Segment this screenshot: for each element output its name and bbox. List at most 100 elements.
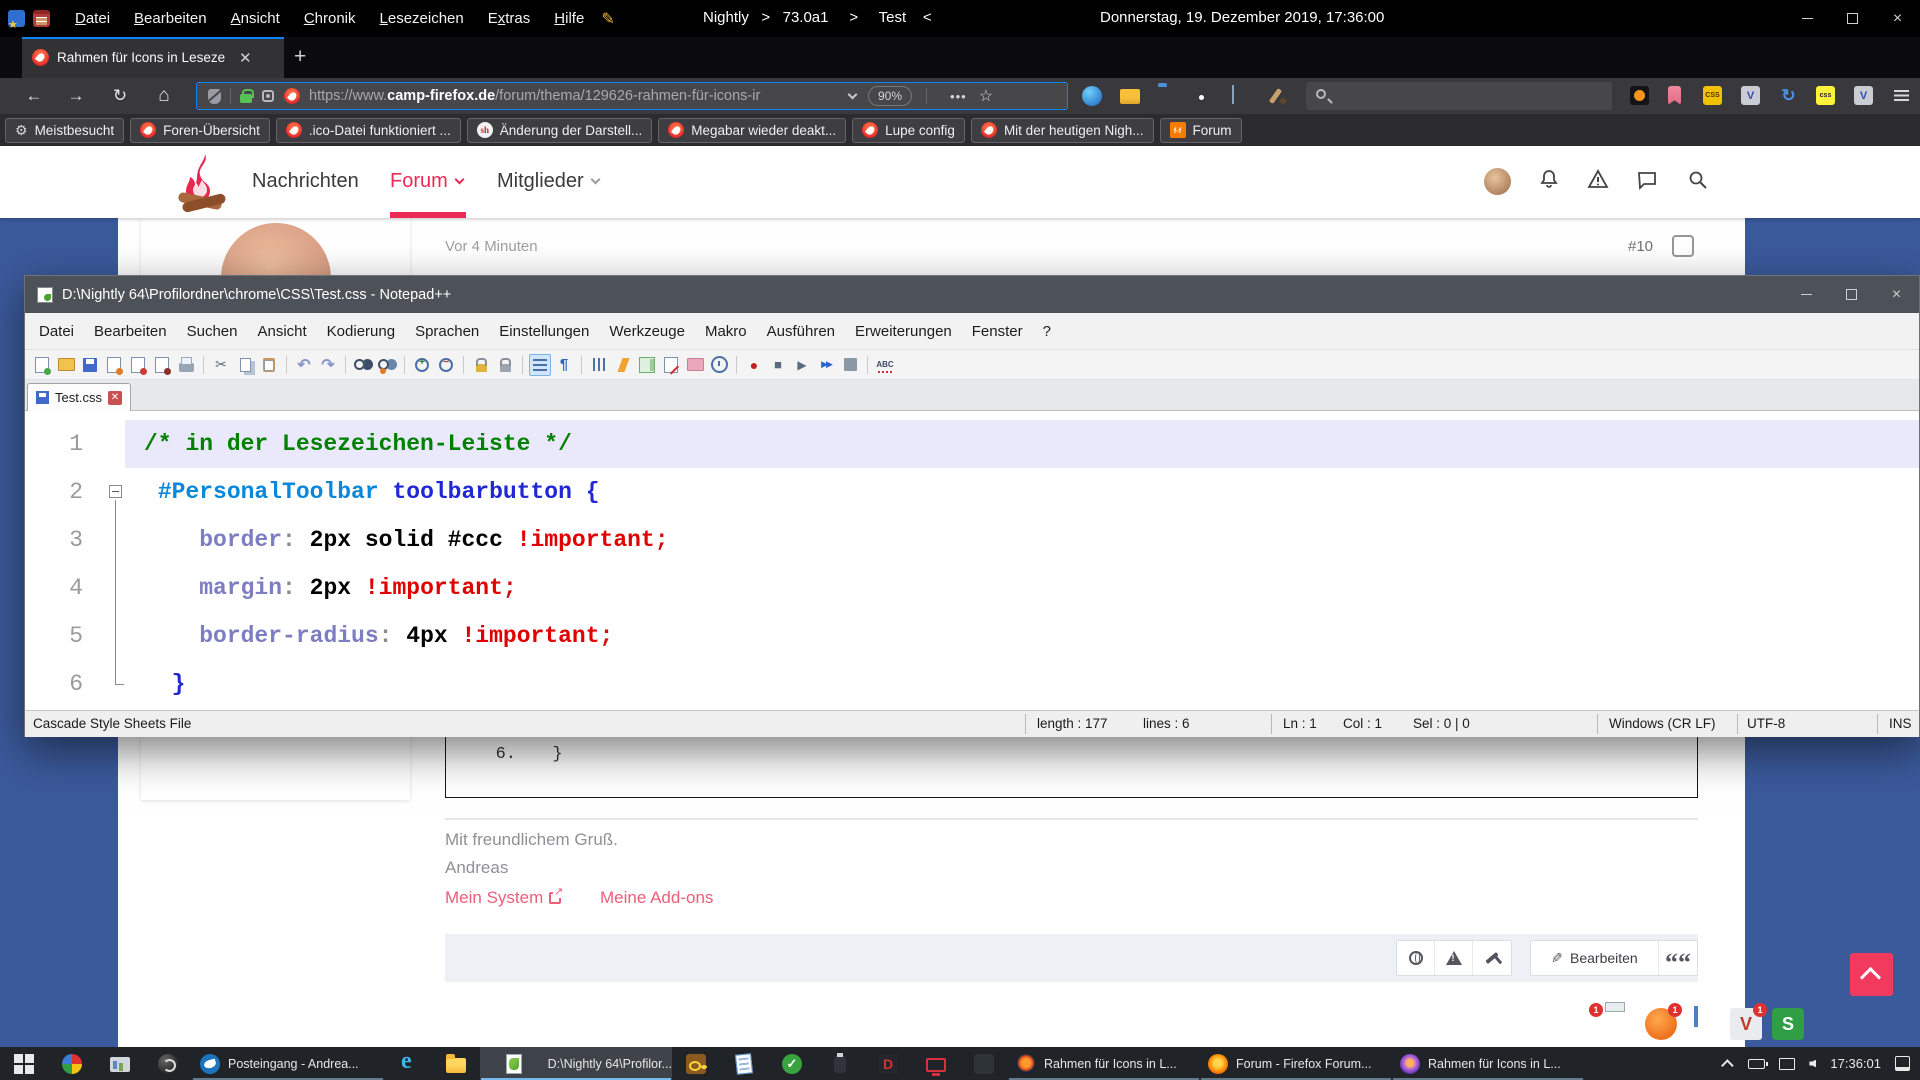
npp-menu-help[interactable]: ? xyxy=(1033,317,1061,346)
document-tab-close-icon[interactable]: ✕ xyxy=(108,391,122,405)
play-toolbar-icon[interactable] xyxy=(791,354,813,376)
search-input[interactable] xyxy=(1306,82,1612,110)
npp-menu-erweiterungen[interactable]: Erweiterungen xyxy=(845,317,962,346)
taskbar-firefox-button[interactable]: Forum - Firefox Forum... xyxy=(1200,1047,1392,1080)
npp-menu-fenster[interactable]: Fenster xyxy=(962,317,1033,346)
npp-menu-datei[interactable]: Datei xyxy=(29,317,84,346)
reload-button[interactable]: ↻ xyxy=(106,83,134,109)
user-avatar[interactable] xyxy=(1484,168,1511,195)
npp-menu-einstellungen[interactable]: Einstellungen xyxy=(489,317,599,346)
bookmark-änderung-der-darstell-[interactable]: shÄnderung der Darstell... xyxy=(467,118,653,143)
window-star-icon[interactable] xyxy=(8,10,25,27)
notepad-titlebar[interactable]: D:\Nightly 64\Profilordner\chrome\CSS\Te… xyxy=(25,276,1919,313)
restore-button[interactable] xyxy=(1829,276,1874,313)
bookmark-megabar-wieder-deakt-[interactable]: Megabar wieder deakt... xyxy=(658,118,846,143)
taskbar-edge-button[interactable] xyxy=(384,1047,432,1080)
taskbar-key-button[interactable] xyxy=(672,1047,720,1080)
menu-hilfe[interactable]: Hilfe xyxy=(543,7,595,30)
bookmark-star-icon[interactable]: ☆ xyxy=(979,86,993,106)
ffwd-toolbar-icon[interactable] xyxy=(815,354,837,376)
extension-v2-icon[interactable]: V xyxy=(1854,86,1873,105)
scroll-to-top-button[interactable] xyxy=(1850,953,1893,996)
npp-menu-ausführen[interactable]: Ausführen xyxy=(757,317,845,346)
taskbar-pinwheel-button[interactable] xyxy=(48,1047,96,1080)
speaker-icon[interactable] xyxy=(1809,1060,1816,1068)
save-toolbar-icon[interactable] xyxy=(79,354,101,376)
pencil-icon[interactable]: ✎ xyxy=(601,9,614,29)
print-toolbar-icon[interactable] xyxy=(175,354,197,376)
menu-lesezeichen[interactable]: Lesezeichen xyxy=(369,7,475,30)
npp-menu-sprachen[interactable]: Sprachen xyxy=(405,317,489,346)
new-tab-button[interactable]: + xyxy=(294,45,306,69)
close-button[interactable]: × xyxy=(1874,276,1919,313)
taskbar-app-dark-button[interactable] xyxy=(960,1047,1008,1080)
npp-menu-bearbeiten[interactable]: Bearbeiten xyxy=(84,317,177,346)
rec-toolbar-icon[interactable] xyxy=(743,354,765,376)
zin-toolbar-icon[interactable] xyxy=(411,354,433,376)
link-mein-system[interactable]: Mein System xyxy=(445,888,561,908)
menu-chronik[interactable]: Chronik xyxy=(293,7,367,30)
extension-window-icon[interactable] xyxy=(1232,85,1234,104)
extension-open-folder-icon[interactable] xyxy=(1120,89,1140,104)
taskbar-notepadpp-button[interactable]: D:\Nightly 64\Profilor... xyxy=(480,1047,672,1080)
extension-css-icon[interactable]: CSS xyxy=(1703,86,1722,105)
url-bar[interactable]: https://www.camp-firefox.de/forum/thema/… xyxy=(196,82,1068,110)
nav-nachrichten[interactable]: Nachrichten xyxy=(252,170,359,193)
indent-toolbar-icon[interactable] xyxy=(588,354,610,376)
restore-button[interactable] xyxy=(1830,0,1875,37)
orange-app-tray-icon[interactable]: 1 xyxy=(1645,1008,1677,1040)
tab-close-icon[interactable]: ✕ xyxy=(239,49,252,67)
back-button[interactable]: ← xyxy=(20,83,48,109)
abc-toolbar-icon[interactable] xyxy=(874,354,896,376)
minimize-button[interactable] xyxy=(1785,0,1830,37)
taskbar-presentation-button[interactable] xyxy=(96,1047,144,1080)
npp-menu-makro[interactable]: Makro xyxy=(695,317,757,346)
redo-toolbar-icon[interactable] xyxy=(317,354,339,376)
taskbar-monitor-red-button[interactable] xyxy=(912,1047,960,1080)
replace-toolbar-icon[interactable] xyxy=(376,354,398,376)
report-button[interactable] xyxy=(1435,941,1473,975)
copy2-toolbar-icon[interactable] xyxy=(103,354,125,376)
cut-toolbar-icon[interactable] xyxy=(210,354,232,376)
lock-icon[interactable] xyxy=(240,94,252,103)
npp-menu-werkzeuge[interactable]: Werkzeuge xyxy=(599,317,695,346)
url-text[interactable]: https://www.camp-firefox.de/forum/thema/… xyxy=(309,88,849,104)
menu-datei[interactable]: Datei xyxy=(64,7,121,30)
paste-toolbar-icon[interactable] xyxy=(258,354,280,376)
lock-toolbar-icon[interactable] xyxy=(470,354,492,376)
post-number[interactable]: #10 xyxy=(1628,238,1653,255)
close-button[interactable]: × xyxy=(1875,0,1920,37)
menu-ansicht[interactable]: Ansicht xyxy=(220,7,291,30)
forward-button[interactable]: → xyxy=(62,83,90,109)
fold-margin[interactable] xyxy=(83,468,125,516)
code-line-5[interactable]: 5 border-radius: 4px !important; xyxy=(25,612,1919,660)
notifications-bell-icon[interactable] xyxy=(1538,168,1560,195)
taskbar-firefox-dark-button[interactable]: Rahmen für Icons in L... xyxy=(1008,1047,1200,1080)
bookmark-forum[interactable]: f-fForum xyxy=(1160,118,1242,143)
editred-toolbar-icon[interactable] xyxy=(660,354,682,376)
extension-v-icon[interactable]: V xyxy=(1741,86,1760,105)
undo-toolbar-icon[interactable] xyxy=(293,354,315,376)
extension-css2-icon[interactable]: css xyxy=(1816,86,1835,105)
copy-toolbar-icon[interactable] xyxy=(234,354,256,376)
extension-orange-badge-icon[interactable] xyxy=(1630,86,1649,105)
extension-ribbon-icon[interactable] xyxy=(1668,86,1681,105)
bolt-toolbar-icon[interactable] xyxy=(612,354,634,376)
taskbar-start-button[interactable] xyxy=(0,1047,48,1080)
clock-toolbar-icon[interactable] xyxy=(708,354,730,376)
menu-extras[interactable]: Extras xyxy=(477,7,542,30)
new-toolbar-icon[interactable] xyxy=(31,354,53,376)
closed-toolbar-icon[interactable] xyxy=(127,354,149,376)
lock2-toolbar-icon[interactable] xyxy=(494,354,516,376)
open-toolbar-icon[interactable] xyxy=(55,354,77,376)
pilcrow-toolbar-icon[interactable] xyxy=(553,354,575,376)
taskbar-d-red-button[interactable] xyxy=(864,1047,912,1080)
nav-mitglieder[interactable]: Mitglieder xyxy=(497,170,599,193)
battery-icon[interactable] xyxy=(1748,1059,1765,1069)
bookmark--ico-datei-funktioniert-[interactable]: .ico-Datei funktioniert ... xyxy=(276,118,461,143)
nav-forum[interactable]: Forum xyxy=(390,170,463,193)
code-line-4[interactable]: 4 margin: 2px !important; xyxy=(25,564,1919,612)
moderation-button[interactable] xyxy=(1473,941,1511,975)
document-tray-icon[interactable] xyxy=(1694,1006,1698,1027)
code-editor[interactable]: 1/* in der Lesezeichen-Leiste */2 #Perso… xyxy=(25,412,1919,710)
